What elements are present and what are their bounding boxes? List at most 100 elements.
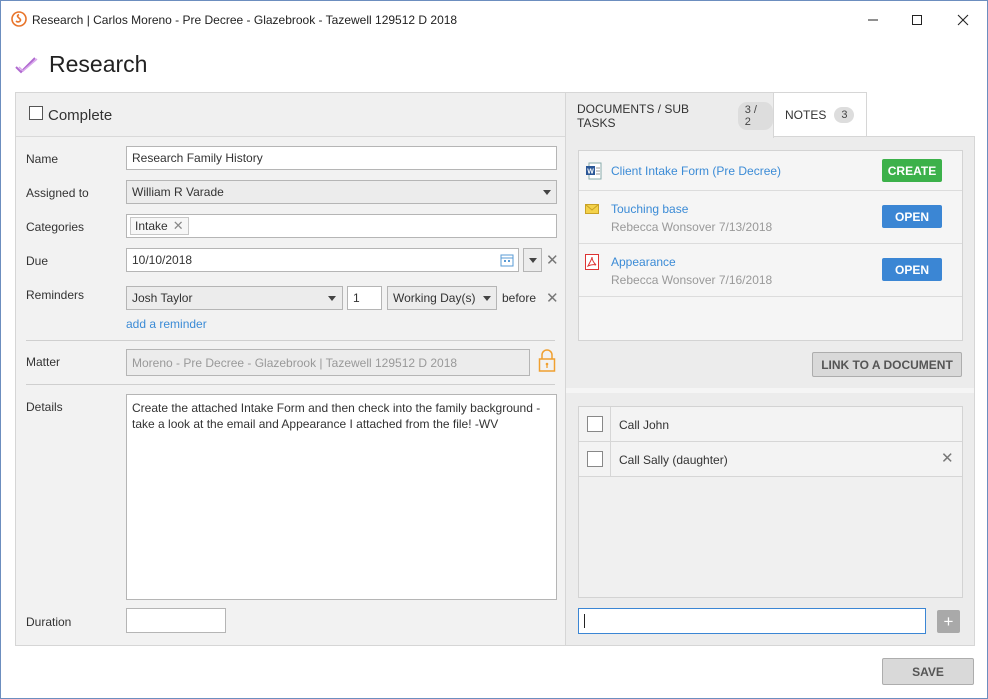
documents-subtasks-body: W Client Intake Form (Pre Decree) CREATE… [565,136,975,646]
due-date-input[interactable]: 10/10/2018 [126,248,519,272]
document-title[interactable]: Appearance [611,255,676,269]
title-bar: Research | Carlos Moreno - Pre Decree - … [1,1,987,39]
svg-text:W: W [587,169,594,176]
tab-documents-label: DOCUMENTS / SUB TASKS [577,101,690,130]
assigned-value: William R Varade [132,185,224,199]
name-input[interactable]: Research Family History [126,146,557,170]
reminders-label: Reminders [26,288,85,302]
close-button[interactable] [940,7,986,33]
subtasks-list: Call John Call Sally (daughter) ✕ [578,406,963,598]
complete-header: Complete [16,93,565,137]
maximize-button[interactable] [894,7,940,33]
tab-documents-count: 3 / 2 [737,101,773,130]
reminder-unit-value: Working Day(s) [393,291,476,305]
chevron-down-icon [483,296,491,301]
name-value: Research Family History [132,151,263,165]
add-reminder-link[interactable]: add a reminder [126,317,207,331]
reminder-person-value: Josh Taylor [132,291,193,305]
details-textarea[interactable]: Create the attached Intake Form and then… [126,394,557,600]
subtask-checkbox-cell [579,407,611,441]
task-window: Research | Carlos Moreno - Pre Decree - … [0,0,988,699]
category-tag: Intake ✕ [130,217,189,235]
plus-icon: + [943,611,954,631]
minimize-button[interactable] [850,7,896,33]
reminder-count-value: 1 [353,291,360,305]
due-dropdown-button[interactable] [523,248,542,272]
details-label: Details [26,400,63,414]
subtask-checkbox[interactable] [587,451,603,467]
matter-value: Moreno - Pre Decree - Glazebrook | Tazew… [132,355,458,370]
name-label: Name [26,152,59,166]
category-tag-label: Intake [135,219,168,233]
assigned-select[interactable]: William R Varade [126,180,557,204]
matter-label: Matter [26,355,61,369]
matter-input[interactable]: Moreno - Pre Decree - Glazebrook | Tazew… [126,349,530,376]
tab-documents-subtasks[interactable]: DOCUMENTS / SUB TASKS 3 / 2 [565,92,774,138]
maximize-icon [912,15,922,25]
open-document-button[interactable]: OPEN [882,205,942,228]
remove-reminder-icon[interactable]: ✕ [546,291,559,306]
categories-input[interactable]: Intake ✕ [126,214,557,238]
assigned-label: Assigned to [26,186,89,200]
document-title[interactable]: Touching base [611,202,688,216]
document-subtitle: Rebecca Wonsover 7/16/2018 [611,273,773,287]
page-title: Research [49,51,148,77]
tab-notes-label: NOTES [785,108,827,122]
lock-icon[interactable] [538,349,556,373]
document-row[interactable]: Touching base Rebecca Wonsover 7/13/2018… [579,191,962,244]
calendar-icon[interactable] [500,253,514,267]
documents-panel: DOCUMENTS / SUB TASKS 3 / 2 NOTES 3 W Cl… [565,92,975,646]
chevron-down-icon [529,258,537,263]
link-document-button[interactable]: LINK TO A DOCUMENT [812,352,962,377]
word-doc-icon: W [586,162,602,180]
text-cursor [584,614,585,628]
chevron-down-icon [328,296,336,301]
new-subtask-input[interactable] [578,608,926,634]
app-logo-icon [11,11,27,27]
complete-checkbox[interactable] [29,106,43,120]
divider [26,384,555,385]
due-label: Due [26,254,49,268]
subtask-checkbox[interactable] [587,416,603,432]
document-subtitle: Rebecca Wonsover 7/13/2018 [611,220,773,234]
create-document-button[interactable]: CREATE [882,159,942,182]
subtask-label: Call Sally (daughter) [619,453,728,467]
delete-subtask-icon[interactable]: ✕ [941,451,954,466]
page-heading: Research [14,51,147,78]
pdf-icon [585,254,599,270]
tab-notes[interactable]: NOTES 3 [773,92,867,137]
chevron-down-icon [543,190,551,195]
due-date-value: 10/10/2018 [132,253,193,267]
task-check-icon [15,56,38,73]
close-icon [957,14,969,26]
duration-label: Duration [26,615,72,629]
subtask-label: Call John [619,418,670,432]
task-details-panel: Complete Name Research Family History As… [15,92,566,646]
remove-tag-icon[interactable]: ✕ [173,218,184,234]
complete-label: Complete [48,107,113,124]
subtask-checkbox-cell [579,442,611,476]
divider [26,340,555,341]
subtask-row[interactable]: Call John [579,407,962,442]
window-title: Research | Carlos Moreno - Pre Decree - … [32,13,458,27]
reminder-relation: before [502,291,537,305]
details-value: Create the attached Intake Form and then… [132,401,541,431]
open-document-button[interactable]: OPEN [882,258,942,281]
duration-input[interactable] [126,608,226,633]
documents-list: W Client Intake Form (Pre Decree) CREATE… [578,150,963,341]
reminder-count-input[interactable]: 1 [347,286,382,310]
add-subtask-button[interactable]: + [937,610,960,633]
document-title[interactable]: Client Intake Form (Pre Decree) [611,164,781,178]
document-row[interactable]: Appearance Rebecca Wonsover 7/16/2018 OP… [579,244,962,297]
reminder-unit-select[interactable]: Working Day(s) [387,286,497,310]
tab-notes-count: 3 [834,107,855,123]
reminder-person-select[interactable]: Josh Taylor [126,286,343,310]
section-divider [566,388,974,393]
minimize-icon [868,19,878,21]
subtask-row[interactable]: Call Sally (daughter) ✕ [579,442,962,477]
email-icon [585,204,599,214]
save-button[interactable]: SAVE [882,658,974,685]
categories-label: Categories [26,220,85,234]
clear-due-icon[interactable]: ✕ [546,253,559,268]
document-row[interactable]: W Client Intake Form (Pre Decree) CREATE [579,151,962,191]
